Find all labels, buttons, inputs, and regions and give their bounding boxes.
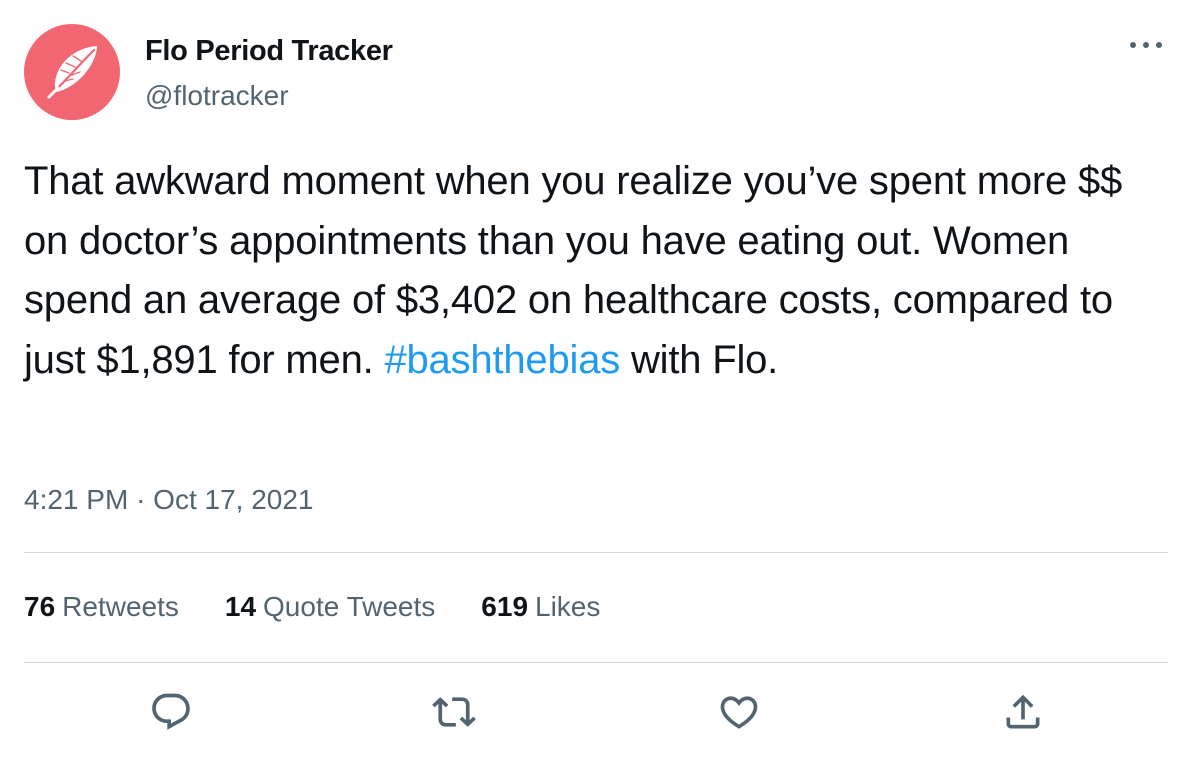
feather-icon (47, 46, 97, 99)
retweet-icon (432, 697, 476, 727)
tweet-text: That awkward moment when you realize you… (24, 152, 1164, 390)
reply-button[interactable] (145, 686, 197, 738)
divider (24, 552, 1168, 553)
share-button[interactable] (997, 686, 1049, 738)
share-icon (1006, 694, 1040, 729)
likes-stat[interactable]: 619 Likes (481, 591, 600, 623)
author-handle[interactable]: @flotracker (145, 80, 289, 112)
likes-label: Likes (535, 591, 601, 622)
quote-tweets-label: Quote Tweets (263, 591, 436, 622)
retweet-button[interactable] (428, 686, 480, 738)
hashtag-link[interactable]: #bashthebias (384, 338, 620, 382)
quote-tweets-count: 14 (224, 591, 257, 622)
author-name[interactable]: Flo Period Tracker (145, 35, 393, 68)
reply-icon (152, 693, 190, 730)
likes-count: 619 (481, 591, 529, 622)
more-button[interactable] (1126, 30, 1166, 60)
engagement-stats: 76 Retweets 14 Quote Tweets 619 Likes (24, 591, 600, 623)
tweet-body-tail: with Flo. (630, 337, 779, 382)
retweets-label: Retweets (62, 591, 179, 622)
divider (24, 662, 1168, 663)
action-bar (0, 686, 1192, 746)
more-icon (1130, 42, 1162, 48)
tweet-time[interactable]: 4:21 PM (24, 484, 128, 515)
timestamp-separator: · (136, 484, 146, 515)
avatar[interactable] (24, 24, 120, 120)
quote-tweets-stat[interactable]: 14 Quote Tweets (225, 591, 435, 623)
tweet-date[interactable]: Oct 17, 2021 (153, 484, 313, 515)
retweets-count: 76 (24, 591, 56, 622)
like-icon (720, 696, 758, 729)
tweet-timestamp: 4:21 PM · Oct 17, 2021 (24, 484, 314, 516)
retweets-stat[interactable]: 76 Retweets (24, 591, 179, 623)
like-button[interactable] (713, 686, 765, 738)
